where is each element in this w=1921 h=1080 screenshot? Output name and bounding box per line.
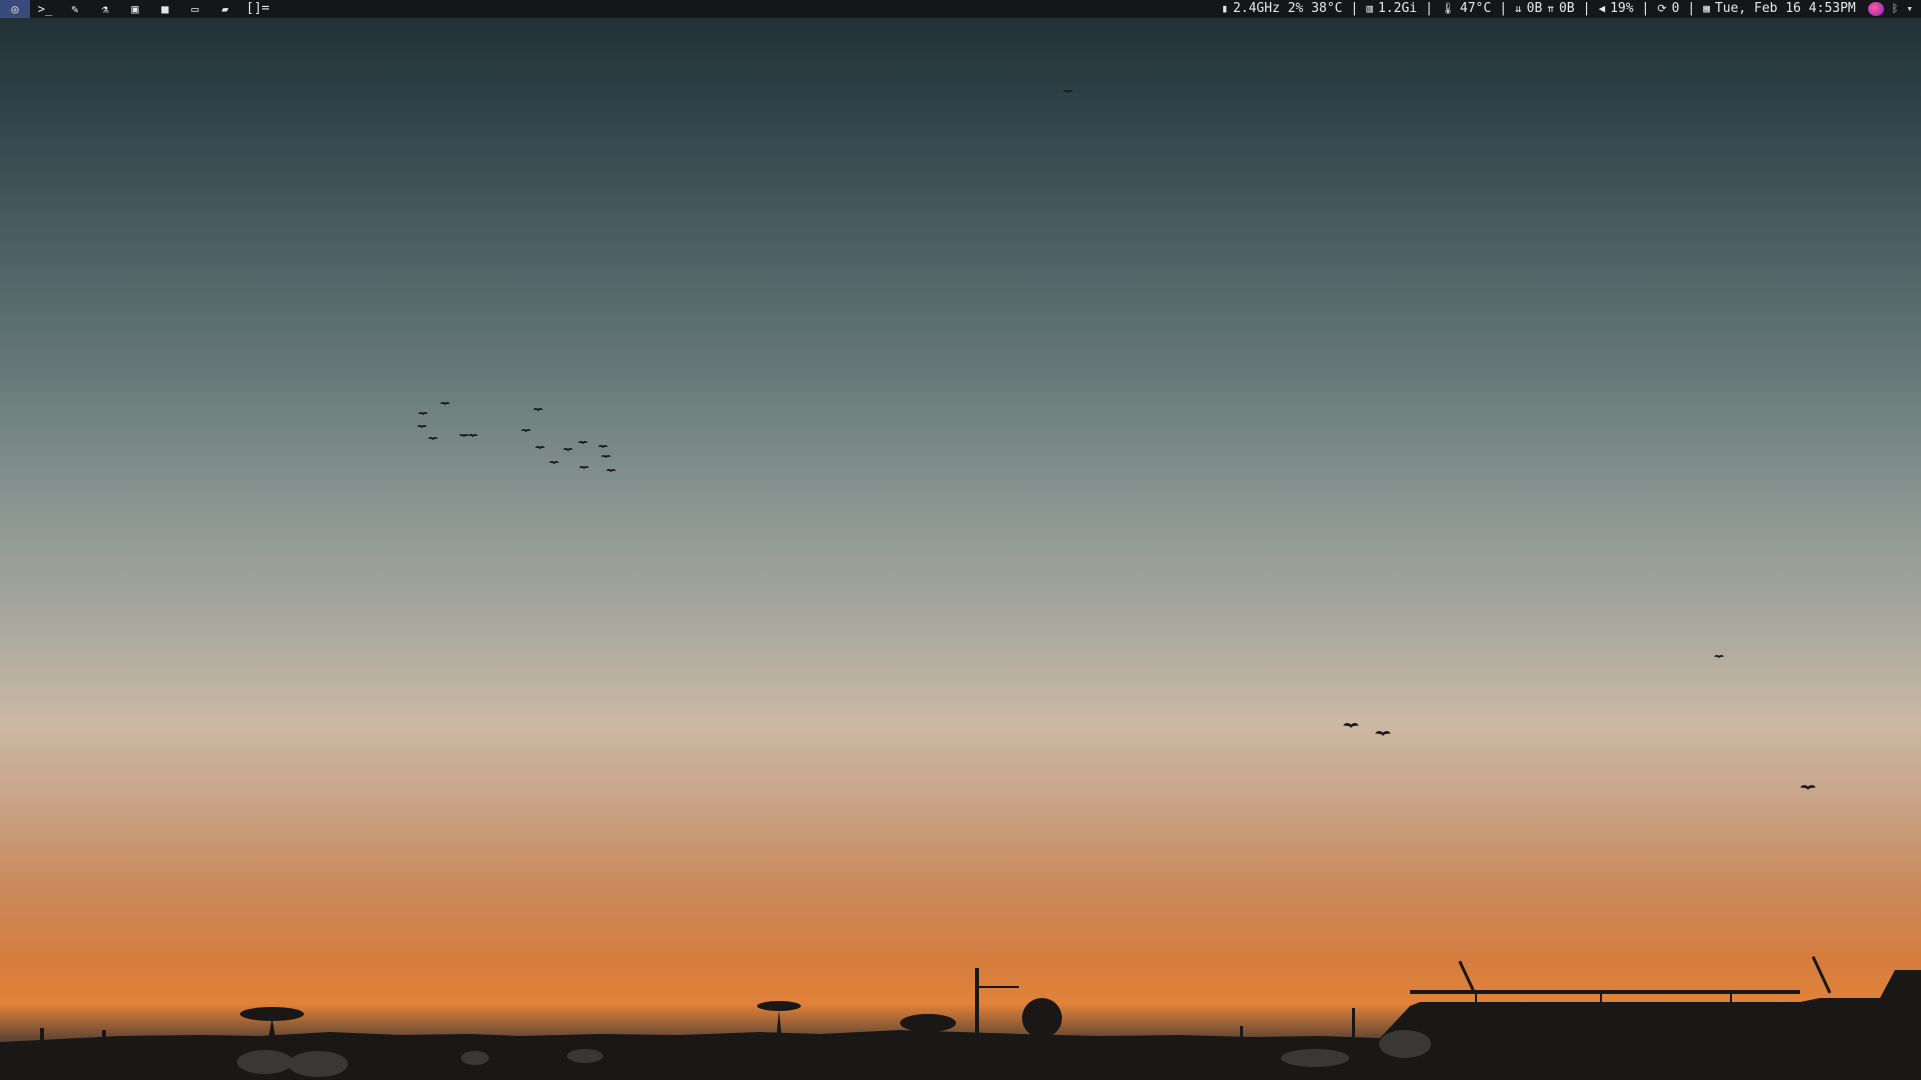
network-widget[interactable]: ⇊ 0B ⇈ 0B — [1507, 0, 1583, 18]
bird — [606, 469, 616, 473]
upload-text: 0B — [1558, 1, 1575, 16]
bird — [418, 412, 428, 416]
top-status-bar: ◎ >_ ✎ ⚗ ▣ ■ ▭ ▰ []= ▮ 2.4GHz 2% 38°C | … — [0, 0, 1921, 18]
folder-icon[interactable]: ▰ — [210, 0, 240, 18]
pen-icon[interactable]: ✎ — [60, 0, 90, 18]
image-icon[interactable]: ▣ — [120, 0, 150, 18]
download-icon: ⇊ — [1515, 2, 1522, 15]
datetime-text: Tue, Feb 16 4:53PM — [1714, 1, 1856, 16]
thermometer-icon: 🌡 — [1440, 2, 1455, 15]
cpu-widget[interactable]: ▮ 2.4GHz 2% 38°C — [1213, 0, 1350, 18]
bluetooth-icon[interactable]: ᛒ — [1892, 0, 1899, 18]
desktop-wallpaper — [0, 0, 1921, 1080]
temperature-text: 47°C — [1459, 1, 1492, 16]
bird — [521, 429, 531, 433]
bird — [1343, 723, 1359, 729]
bird — [549, 461, 559, 465]
bird — [417, 425, 427, 429]
bird — [440, 402, 450, 406]
cpu-text: 2.4GHz 2% 38°C — [1232, 1, 1343, 16]
upload-icon: ⇈ — [1547, 2, 1554, 15]
bird — [468, 434, 478, 438]
bird — [535, 446, 545, 450]
terminal-icon[interactable]: >_ — [30, 0, 60, 18]
bird — [598, 445, 608, 449]
separator: | — [1641, 1, 1650, 16]
bird — [1800, 785, 1816, 791]
volume-widget[interactable]: ◀ 19% — [1590, 0, 1641, 18]
updates-text: 0 — [1671, 1, 1680, 16]
globe-icon[interactable]: ◎ — [0, 0, 30, 18]
separator: | — [1582, 1, 1591, 16]
bird — [579, 466, 589, 470]
skyline-silhouette — [0, 956, 1921, 1080]
bird — [578, 441, 588, 445]
updates-widget[interactable]: ⟳ 0 — [1649, 0, 1687, 18]
memory-text: 1.2Gi — [1377, 1, 1418, 16]
video-camera-icon[interactable]: ■ — [150, 0, 180, 18]
calendar-icon: ▦ — [1703, 2, 1710, 15]
laptop-icon[interactable]: ▭ — [180, 0, 210, 18]
layout-indicator[interactable]: []= — [240, 0, 275, 18]
tray-app-icon[interactable] — [1867, 2, 1884, 16]
bird — [601, 455, 611, 459]
bird — [1063, 90, 1073, 94]
memory-widget[interactable]: ▥ 1.2Gi — [1358, 0, 1425, 18]
bird — [1375, 731, 1391, 737]
memory-icon: ▥ — [1366, 2, 1373, 15]
bird — [1714, 655, 1724, 659]
datetime-widget[interactable]: ▦ Tue, Feb 16 4:53PM — [1695, 0, 1864, 18]
volume-text: 19% — [1610, 1, 1634, 16]
temperature-widget[interactable]: 🌡 47°C — [1433, 0, 1499, 18]
separator: | — [1425, 1, 1433, 16]
speaker-icon: ◀ — [1598, 2, 1606, 15]
bird — [533, 408, 543, 412]
status-widgets: ▮ 2.4GHz 2% 38°C | ▥ 1.2Gi | 🌡 47°C | ⇊ … — [1213, 0, 1921, 18]
separator: | — [1350, 1, 1359, 16]
bird — [563, 448, 573, 452]
flask-icon[interactable]: ⚗ — [90, 0, 120, 18]
separator: | — [1499, 1, 1508, 16]
refresh-icon: ⟳ — [1657, 2, 1667, 15]
separator: | — [1687, 1, 1696, 16]
launcher-group: ◎ >_ ✎ ⚗ ▣ ■ ▭ ▰ []= — [0, 0, 275, 18]
cpu-icon: ▮ — [1221, 2, 1228, 15]
bird — [428, 437, 438, 441]
wifi-icon[interactable]: ▾ — [1906, 0, 1913, 18]
download-text: 0B — [1526, 1, 1543, 16]
